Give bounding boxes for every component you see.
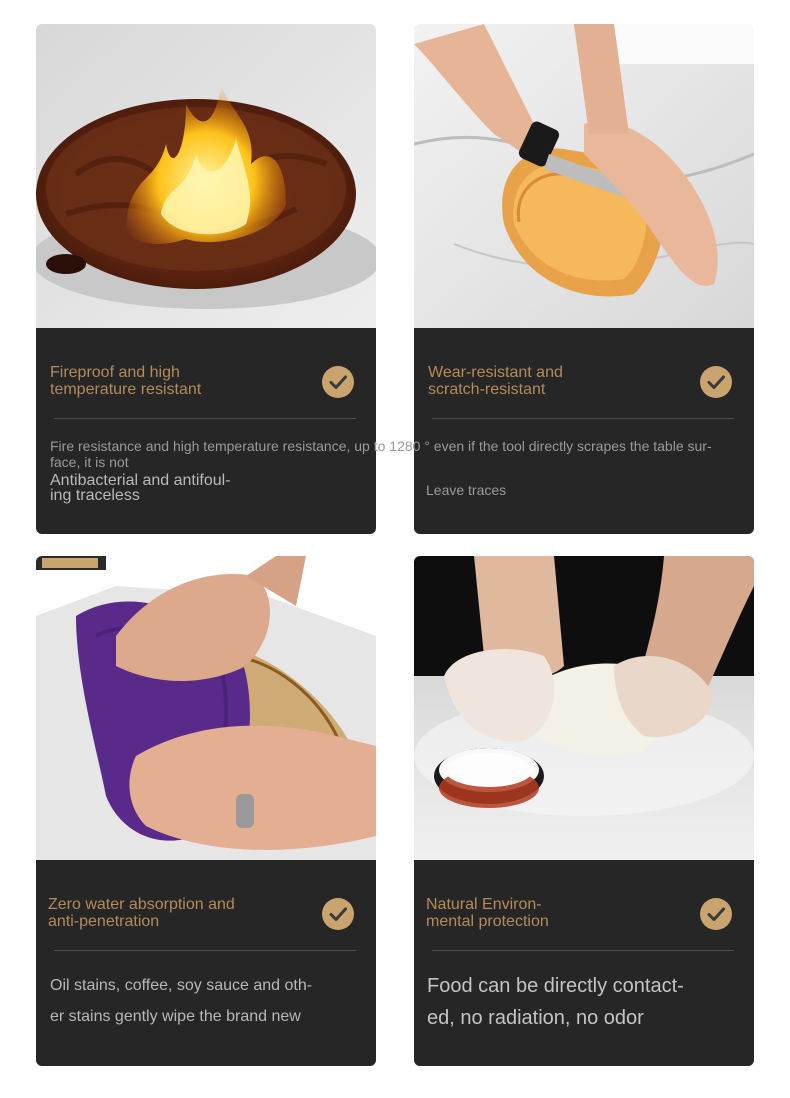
water-absorption-photo	[36, 556, 376, 860]
divider	[432, 950, 734, 951]
feature-card-water-absorption: Zero water absorption and anti-penetrati…	[36, 556, 376, 1066]
eco-photo	[414, 556, 754, 860]
feature-card-eco: Natural Environ- mental protection Food …	[414, 556, 754, 1066]
card-description: Leave traces	[426, 482, 507, 498]
card-title: Zero water absorption and anti-penetrati…	[48, 896, 235, 930]
eco-panel: Natural Environ- mental protection Food …	[414, 860, 754, 1066]
wear-resistant-panel: Wear-resistant and scratch-resistant Lea…	[414, 328, 754, 534]
divider	[54, 418, 356, 419]
divider	[54, 950, 356, 951]
check-circle-icon	[322, 366, 354, 398]
card-subtitle: Antibacterial and antifoul- ing traceles…	[50, 472, 231, 504]
wear-resistant-photo	[414, 24, 754, 328]
check-circle-icon	[322, 898, 354, 930]
divider	[432, 418, 734, 419]
card-description: Food can be directly contact- ed, no rad…	[427, 975, 684, 1029]
water-absorption-panel: Zero water absorption and anti-penetrati…	[36, 860, 376, 1066]
check-circle-icon	[700, 898, 732, 930]
check-circle-icon	[700, 366, 732, 398]
card-title: Wear-resistant and scratch-resistant	[428, 364, 563, 398]
fireproof-photo	[36, 24, 376, 328]
card-title: Natural Environ- mental protection	[426, 896, 549, 930]
card-description: Fire resistance and high temperature res…	[50, 438, 712, 470]
card-title: Fireproof and high temperature resistant	[50, 364, 202, 398]
card-description: Oil stains, coffee, soy sauce and oth- e…	[50, 977, 313, 1025]
